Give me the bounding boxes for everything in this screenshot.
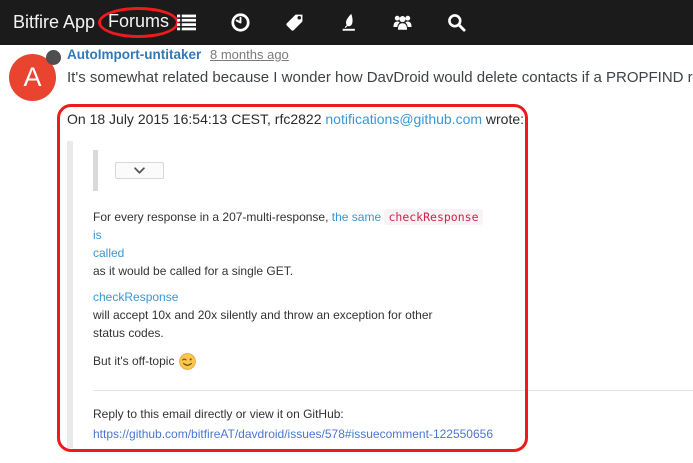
search-icon[interactable] xyxy=(447,13,466,32)
quote-title-prefix: On 18 July 2015 16:54:13 CEST, rfc2822 xyxy=(67,111,325,127)
quote-footer: Reply to this email directly or view it … xyxy=(93,404,693,444)
wink-emoji xyxy=(179,353,196,370)
inline-code-checkresponse: checkResponse xyxy=(384,209,482,225)
github-issue-link[interactable]: https://github.com/bitfireAT/davdroid/is… xyxy=(93,427,493,441)
p1-text: For every response in a 207-multi-respon… xyxy=(93,210,332,224)
forum-page: Bitfire App Forums xyxy=(0,0,693,463)
email-link[interactable]: notifications@github.com xyxy=(325,111,482,127)
tags-icon[interactable] xyxy=(285,13,304,32)
quote-paragraph-3: But it's off-topic xyxy=(93,352,693,370)
p1-tail: as it would be called for a single GET. xyxy=(93,264,293,278)
top-nav-bar: Bitfire App Forums xyxy=(0,0,693,45)
post-meta: AutoImport-untitaker 8 months ago xyxy=(67,47,289,62)
p2-line3: status codes. xyxy=(93,326,164,340)
post-body-text: It's somewhat related because I wonder h… xyxy=(67,68,693,88)
site-title-prefix: Bitfire App xyxy=(13,12,95,33)
username-link[interactable]: AutoImport-untitaker xyxy=(67,47,201,62)
quote-paragraph-2: checkResponse will accept 10x and 20x si… xyxy=(93,288,693,342)
users-icon[interactable] xyxy=(393,13,412,32)
p2-link-checkresponse[interactable]: checkResponse xyxy=(93,290,178,304)
p3-text: But it's off-topic xyxy=(93,352,174,370)
chevron-down-icon xyxy=(134,167,145,174)
quote-divider xyxy=(93,390,693,391)
expand-quote-button[interactable] xyxy=(115,162,164,179)
p1-link-is[interactable]: is xyxy=(93,228,102,242)
categories-icon[interactable] xyxy=(177,13,196,32)
p2-line2: will accept 10x and 20x silently and thr… xyxy=(93,308,433,322)
quote-title-suffix: wrote: xyxy=(482,111,524,127)
quote-title: On 18 July 2015 16:54:13 CEST, rfc2822 n… xyxy=(67,110,693,128)
quoted-email-block: On 18 July 2015 16:54:13 CEST, rfc2822 n… xyxy=(67,110,693,448)
pen-icon[interactable] xyxy=(339,13,358,32)
email-blockquote: For every response in a 207-multi-respon… xyxy=(67,141,693,448)
site-title-forums: Forums xyxy=(108,11,169,31)
collapsed-nested-quote xyxy=(93,150,693,191)
avatar-letter: A xyxy=(23,62,41,93)
quote-paragraph-1: For every response in a 207-multi-respon… xyxy=(93,208,693,280)
site-title-link[interactable]: Bitfire App Forums xyxy=(13,0,179,45)
clock-icon[interactable] xyxy=(231,13,250,32)
red-ellipse-annotation: Forums xyxy=(98,7,179,38)
p1-link-the-same[interactable]: the same xyxy=(332,210,381,224)
nav-icon-row xyxy=(177,0,466,45)
footer-text: Reply to this email directly or view it … xyxy=(93,407,344,421)
p1-link-called[interactable]: called xyxy=(93,246,124,260)
avatar-badge-dot xyxy=(46,50,61,65)
timestamp-link[interactable]: 8 months ago xyxy=(210,47,289,62)
